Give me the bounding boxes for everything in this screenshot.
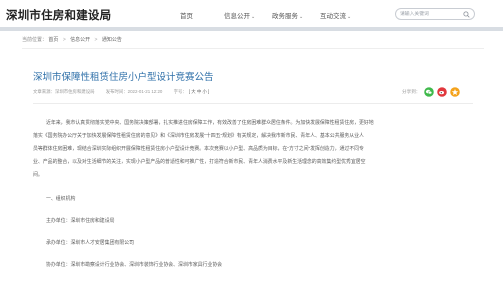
nav-info-public[interactable]: 信息公开⌄ (224, 10, 255, 20)
search-icon[interactable] (463, 11, 470, 18)
breadcrumb-divider (22, 48, 484, 49)
site-header: 深圳市住房和建设局 首页 信息公开⌄ 政务服务⌄ 互动交流⌄ (0, 0, 503, 27)
chevron-down-icon: ⌄ (347, 14, 352, 20)
nav-info-public-label: 信息公开 (224, 13, 250, 20)
search-input[interactable] (400, 10, 460, 19)
undertaker-line: 承办单位：深圳市人才安居集团有限公司 (46, 241, 135, 246)
article-meta: 文章来源：深圳市住房和建设局 发布时间：2022-01-21 12:20 字号：… (33, 89, 219, 95)
article-source: 文章来源：深圳市住房和建设局 (33, 89, 95, 94)
font-size-options[interactable]: [ 大 中 小 ] (189, 89, 210, 94)
breadcrumb-item-home[interactable]: 首页 (48, 37, 58, 43)
paragraph-line: 间。 (33, 173, 43, 178)
paragraph-line: 落实《国务院办公厅关于加快发展保障性租赁住房的意见》和《深圳市住房发展“十四五”… (33, 134, 364, 139)
share-label: 分享到： (402, 89, 421, 94)
weibo-share-icon[interactable] (437, 87, 447, 97)
meta-divider (33, 103, 473, 104)
nav-interaction-label: 互动交流 (320, 13, 346, 20)
nav-gov-service-label: 政务服务 (272, 13, 298, 20)
breadcrumb-item-info-public[interactable]: 信息公开 (70, 37, 90, 43)
paragraph-line: 业、产品的整合，以及对生活细节的关注，实现小户型产品的普适性和可推广性，打造符合… (33, 160, 366, 165)
nav-gov-service[interactable]: 政务服务⌄ (272, 10, 303, 20)
breadcrumb-prefix: 当前位置： (22, 37, 48, 43)
nav-interaction[interactable]: 互动交流⌄ (320, 10, 351, 20)
site-title[interactable]: 深圳市住房和建设局 (6, 7, 111, 23)
paragraph-line: 员等群体住房困难，现结合深圳实际组织开展保障性租赁住房小户型设计竞赛。本次竞赛以… (33, 147, 364, 152)
article-date: 发布时间：2022-01-21 12:20 (105, 89, 163, 94)
breadcrumb-item-notices[interactable]: 通知公告 (102, 37, 122, 43)
search-box (395, 8, 475, 20)
article-title: 深圳市保障性租赁住房小户型设计竞赛公告 (33, 72, 214, 83)
section-heading-organization: 一、组织机构 (46, 197, 76, 202)
organizer-line: 主办单位：深圳市住房和建设局 (46, 219, 115, 224)
wechat-share-icon[interactable] (424, 87, 434, 97)
nav-home[interactable]: 首页 (180, 10, 193, 20)
nav-home-label: 首页 (180, 13, 193, 20)
qzone-share-icon[interactable] (450, 87, 460, 97)
co-organizer-line: 协办单位：深圳市勘察设计行业协会、深圳市装饰行业协会、深圳市家具行业协会 (46, 263, 223, 268)
paragraph-line: 近年来，我市认真贯彻落实党中央、国务院决策部署，扎实推进住房保障工作，有效改善了… (46, 121, 374, 126)
chevron-down-icon: ⌄ (251, 14, 256, 20)
header-divider (0, 27, 503, 31)
chevron-down-icon: ⌄ (299, 14, 304, 20)
font-size-label: 字号： (173, 89, 187, 94)
breadcrumb-separator: > (62, 37, 66, 43)
breadcrumb: 当前位置： 首页 > 信息公开 > 通知公告 (22, 36, 122, 43)
breadcrumb-separator: > (94, 37, 98, 43)
